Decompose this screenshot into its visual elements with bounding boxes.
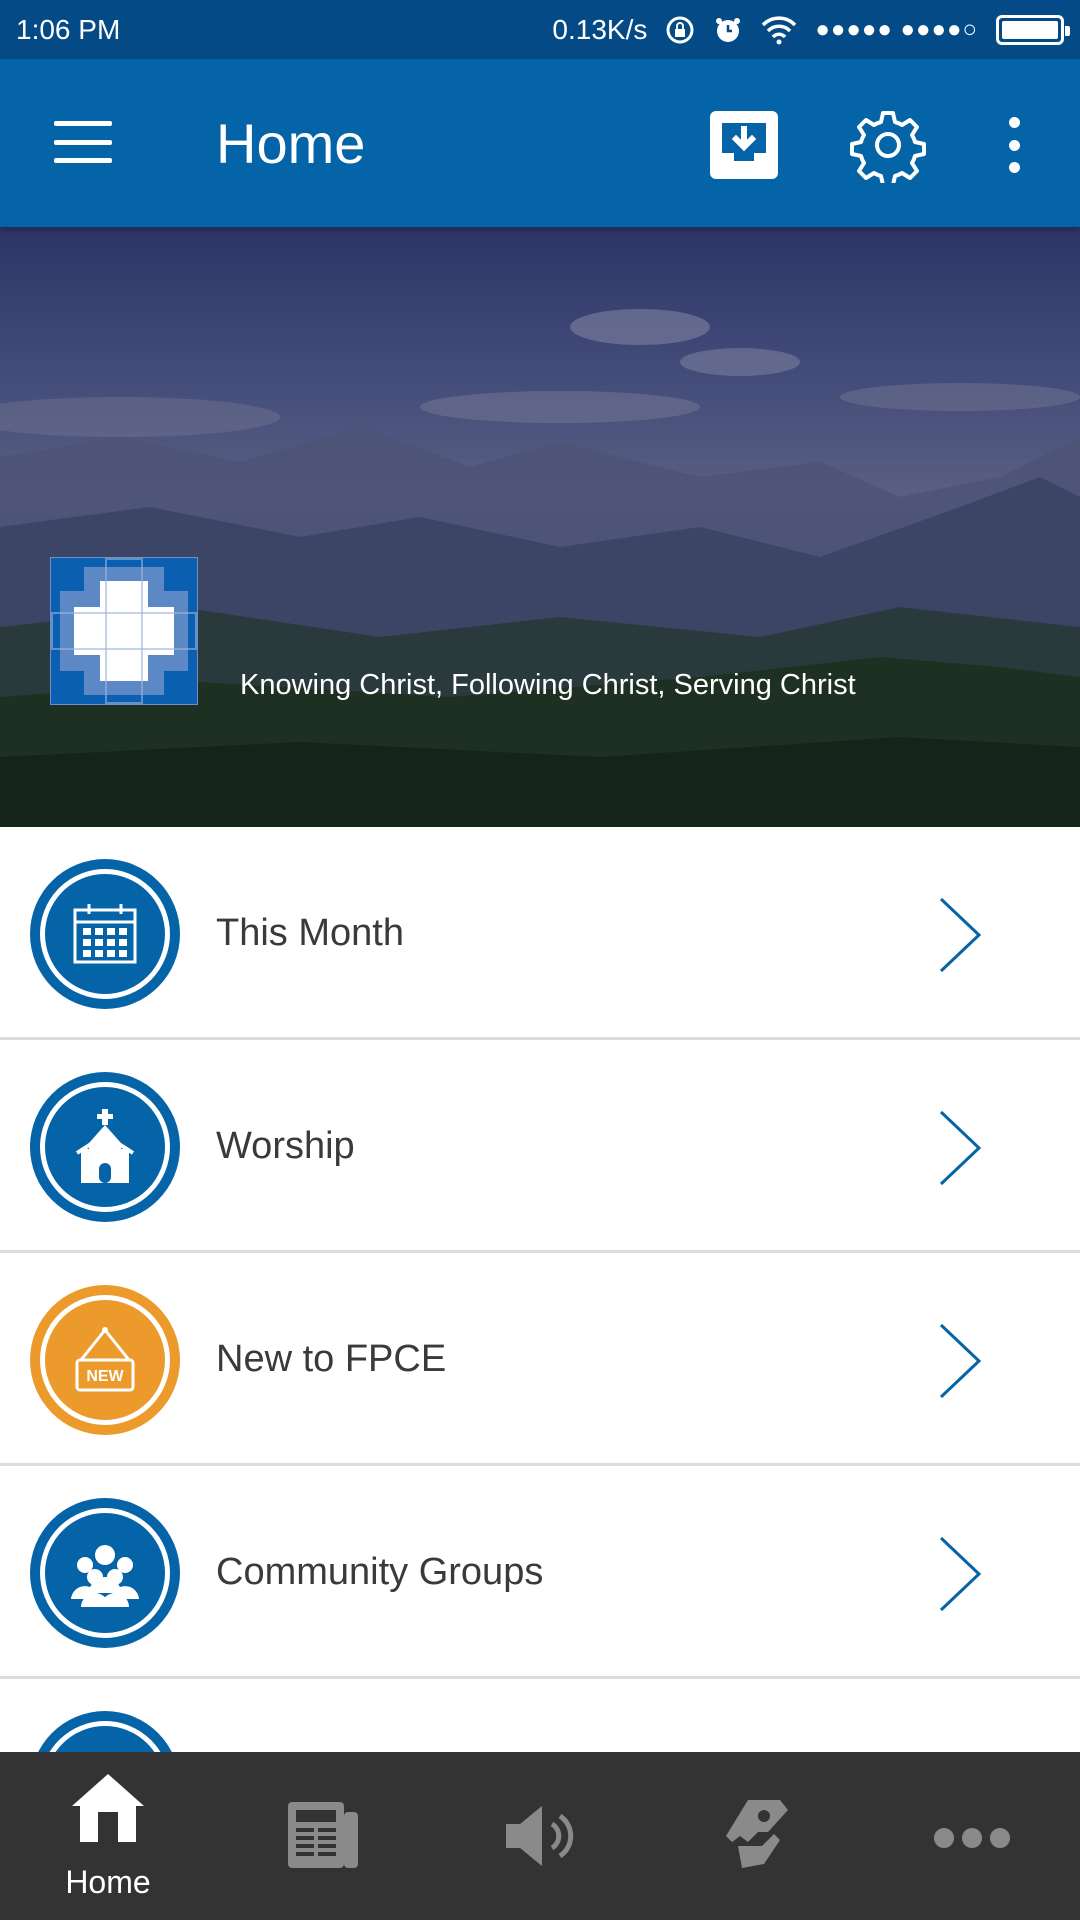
- alarm-icon: [716, 17, 741, 42]
- list-item-label: Worship: [216, 1125, 355, 1167]
- list-item-label: This Month: [216, 912, 404, 954]
- nav-label-home: Home: [65, 1864, 151, 1900]
- new-sign-text: NEW: [86, 1368, 124, 1385]
- bottom-navigation: Home: [0, 1752, 1080, 1920]
- nav-tab-home[interactable]: Home: [0, 1752, 216, 1920]
- app-bar: Home: [0, 59, 1080, 227]
- wifi-icon: [762, 15, 797, 44]
- landscape-background: [0, 309, 1080, 827]
- church-cross-logo: [50, 557, 198, 705]
- gear-icon[interactable]: [850, 107, 926, 183]
- calendar-icon: [73, 904, 137, 964]
- list-item-icon-badge: NEW: [30, 1285, 180, 1435]
- list-item-icon-badge: [30, 859, 180, 1009]
- church-icon: [75, 1109, 135, 1183]
- chevron-right-icon: [939, 897, 982, 973]
- status-bar: 1:06 PM 0.13K/s ●●●●● ●●●●○: [0, 0, 1080, 59]
- list-item-worship[interactable]: Worship: [0, 1040, 1080, 1253]
- list-item-new-to-fpce[interactable]: NEW New to FPCE: [0, 1253, 1080, 1466]
- newspaper-icon: [288, 1802, 358, 1868]
- list-item-icon-badge: [30, 1498, 180, 1648]
- rotation-lock-icon: [666, 16, 694, 43]
- list-item-label: New to FPCE: [216, 1338, 447, 1380]
- more-dots-icon: [934, 1828, 1010, 1848]
- list-item-community-groups[interactable]: Community Groups: [0, 1466, 1080, 1679]
- list-item-label: Community Groups: [216, 1551, 544, 1593]
- hamburger-menu-icon[interactable]: [54, 121, 112, 163]
- nav-tab-sermons[interactable]: [432, 1752, 648, 1920]
- list-item-this-month[interactable]: This Month: [0, 827, 1080, 1040]
- network-speed: 0.13K/s: [552, 13, 648, 45]
- nav-tab-give[interactable]: [648, 1752, 864, 1920]
- new-sign-icon: NEW: [75, 1327, 135, 1392]
- people-icon: [71, 1545, 139, 1607]
- status-time: 1:06 PM: [16, 13, 121, 45]
- hero-tagline: Knowing Christ, Following Christ, Servin…: [240, 669, 856, 701]
- list-item-icon-badge: [30, 1072, 180, 1222]
- overflow-menu-icon[interactable]: [1000, 117, 1028, 173]
- chevron-right-icon: [939, 1323, 982, 1399]
- list-item-partial[interactable]: [0, 1679, 1080, 1759]
- nav-tab-more[interactable]: [864, 1752, 1080, 1920]
- inbox-download-icon[interactable]: [708, 109, 780, 181]
- signal-strength: ●●●●● ●●●●○: [815, 15, 978, 43]
- hero-banner: Knowing Christ, Following Christ, Servin…: [0, 227, 1080, 827]
- nav-tab-news[interactable]: [216, 1752, 432, 1920]
- battery-icon: [996, 14, 1070, 45]
- speaker-icon: [506, 1806, 574, 1866]
- page-title: Home: [216, 112, 366, 175]
- home-menu-list: This Month Worship NEW New to FPCE Commu…: [0, 827, 1080, 1759]
- home-icon: [72, 1774, 144, 1842]
- chevron-right-icon: [939, 1536, 982, 1612]
- giving-hand-icon: [726, 1800, 788, 1868]
- chevron-right-icon: [939, 1110, 982, 1186]
